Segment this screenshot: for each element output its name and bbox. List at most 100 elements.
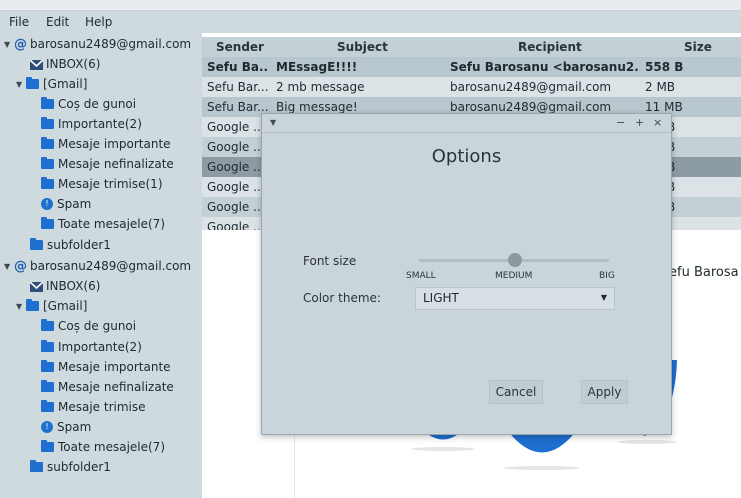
apply-button[interactable]: Apply (581, 380, 628, 404)
menu-help[interactable]: Help (85, 15, 112, 29)
cell-size: 2 MB (645, 80, 676, 94)
close-icon[interactable]: × (653, 116, 662, 129)
tick-big: BIG (599, 271, 615, 281)
cell-sender: Sefu Bar... (207, 100, 269, 114)
at-sign-icon: @ (14, 258, 27, 274)
cell-recipient: barosanu2489@gmail.com (450, 80, 612, 94)
tree-account-1[interactable]: ▼ @ barosanu2489@gmail.com (4, 34, 206, 54)
color-theme-select[interactable]: LIGHT ▼ (415, 287, 615, 310)
cell-sender: Google ... (207, 180, 261, 194)
folder-icon (41, 360, 54, 372)
expand-triangle-icon[interactable]: ▼ (16, 302, 26, 311)
folder-label: Mesaje nefinalizate (58, 157, 174, 171)
menu-file[interactable]: File (9, 15, 29, 29)
folder-icon (41, 117, 54, 129)
dialog-titlebar[interactable]: ▼ − + × (262, 114, 671, 133)
menu-bar: File Edit Help (0, 11, 741, 33)
cell-size: 11 MB (645, 100, 683, 114)
folder-label: subfolder1 (47, 238, 111, 252)
folder-icon (41, 380, 54, 392)
folder-label: Toate mesajele(7) (58, 217, 165, 231)
expand-triangle-icon[interactable]: ▼ (4, 262, 14, 271)
table-row[interactable]: Sefu Bar... 2 mb message barosanu2489@gm… (202, 77, 741, 97)
account-label: barosanu2489@gmail.com (30, 37, 192, 51)
folder-icon (41, 217, 54, 229)
cell-sender: Google ... (207, 160, 261, 174)
spam-icon: ! (41, 421, 53, 433)
folder-icon (41, 440, 54, 452)
window-menu-icon[interactable]: ▼ (270, 118, 276, 127)
gmail-folder-label: [Gmail] (43, 299, 88, 313)
minimize-icon[interactable]: − (616, 116, 625, 129)
account-label: barosanu2489@gmail.com (30, 259, 192, 273)
folder-label: Spam (57, 197, 92, 211)
folder-label: Mesaje importante (58, 137, 171, 151)
cell-size: 558 B (645, 60, 684, 74)
folder-label: Coș de gunoi (58, 319, 137, 333)
folder-tree: ▼ @ barosanu2489@gmail.com INBOX(6) ▼ [G… (0, 33, 202, 498)
folder-label: subfolder1 (47, 460, 111, 474)
column-subject[interactable]: Subject (337, 40, 388, 54)
folder-label: Mesaje trimise (58, 400, 146, 414)
expand-triangle-icon[interactable]: ▼ (16, 80, 26, 89)
cell-sender: Google ... (207, 200, 261, 214)
font-size-label: Font size (303, 254, 357, 268)
cell-recipient: barosanu2489@gmail.com (450, 100, 612, 114)
tick-medium: MEDIUM (495, 271, 533, 281)
tree-gmail-1[interactable]: ▼ [Gmail] (16, 74, 218, 94)
folder-icon (41, 319, 54, 331)
folder-icon (26, 299, 39, 311)
column-size[interactable]: Size (684, 40, 712, 54)
cell-sender: Google ... (207, 140, 261, 154)
table-row[interactable]: Sefu Ba... MEssagE!!!! Sefu Barosanu <ba… (202, 57, 741, 77)
menu-edit[interactable]: Edit (46, 15, 69, 29)
folder-label: Mesaje nefinalizate (58, 380, 174, 394)
cell-sender: Sefu Ba... (207, 60, 269, 74)
tree-account-2[interactable]: ▼ @ barosanu2489@gmail.com (4, 256, 206, 276)
cell-sender: Sefu Bar... (207, 80, 269, 94)
inbox-label: INBOX(6) (46, 57, 101, 71)
folder-label: Spam (57, 420, 92, 434)
folder-icon (30, 460, 43, 472)
folder-icon (41, 340, 54, 352)
cell-recipient: Sefu Barosanu <barosanu2... (450, 60, 640, 74)
gmail-icon (29, 59, 44, 70)
window-top-strip (0, 0, 741, 11)
column-recipient[interactable]: Recipient (518, 40, 582, 54)
folder-label: Toate mesajele(7) (58, 440, 165, 454)
gmail-icon (29, 281, 44, 292)
maximize-icon[interactable]: + (635, 116, 644, 129)
folder-label: Mesaje importante (58, 360, 171, 374)
spam-icon: ! (41, 198, 53, 210)
folder-label: Coș de gunoi (58, 97, 137, 111)
color-theme-label: Color theme: (303, 291, 381, 305)
cell-subject: 2 mb message (276, 80, 365, 94)
font-size-slider-thumb[interactable] (508, 253, 522, 267)
folder-icon (26, 77, 39, 89)
tree-gmail-2[interactable]: ▼ [Gmail] (16, 296, 218, 316)
inbox-label: INBOX(6) (46, 279, 101, 293)
color-theme-value: LIGHT (423, 291, 459, 305)
options-dialog: ▼ − + × Options Font size SMALL MEDIUM B… (261, 113, 672, 435)
tick-small: SMALL (406, 271, 436, 281)
folder-icon (41, 97, 54, 109)
folder-icon (41, 137, 54, 149)
column-sender[interactable]: Sender (216, 40, 264, 54)
folder-icon (30, 238, 43, 250)
folder-label: Importante(2) (58, 340, 142, 354)
dialog-heading: Options (431, 146, 502, 167)
chevron-down-icon: ▼ (600, 293, 607, 302)
cell-subject: MEssagE!!!! (276, 60, 358, 74)
at-sign-icon: @ (14, 36, 27, 52)
folder-icon (41, 177, 54, 189)
cell-subject: Big message! (276, 100, 358, 114)
preview-partial-text: efu Barosa (669, 265, 739, 280)
folder-icon (41, 157, 54, 169)
folder-label: Mesaje trimise(1) (58, 177, 163, 191)
cancel-button[interactable]: Cancel (489, 380, 543, 404)
folder-label: Importante(2) (58, 117, 142, 131)
expand-triangle-icon[interactable]: ▼ (4, 40, 14, 49)
table-header: Sender Subject Recipient Size (202, 37, 741, 57)
folder-icon (41, 400, 54, 412)
gmail-folder-label: [Gmail] (43, 77, 88, 91)
